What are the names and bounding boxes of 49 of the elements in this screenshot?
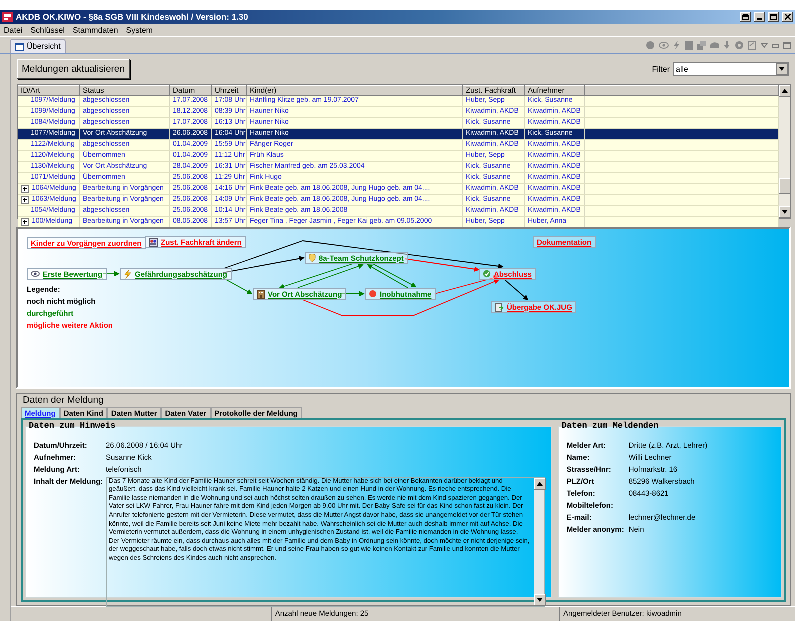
eye-icon[interactable] — [659, 42, 669, 49]
tab[interactable]: Übersicht — [10, 39, 66, 53]
people-icon — [149, 238, 158, 246]
lightning-icon — [124, 270, 132, 278]
scroll-up-icon[interactable] — [782, 89, 788, 93]
download-icon[interactable] — [723, 41, 731, 50]
scrollbar[interactable] — [779, 85, 790, 218]
scroll-down-icon[interactable] — [782, 210, 788, 214]
filter-select[interactable]: alle — [673, 62, 789, 76]
scroll-up-icon[interactable] — [536, 482, 543, 486]
maximize-button[interactable] — [768, 12, 779, 22]
menu-item[interactable]: Datei — [4, 26, 23, 34]
column-header[interactable] — [585, 85, 779, 96]
document-icon[interactable] — [748, 41, 757, 50]
message-text-area[interactable] — [106, 476, 545, 607]
expand-icon[interactable] — [21, 218, 29, 226]
app-icon — [2, 12, 13, 22]
dot-icon — [369, 290, 377, 298]
close-button[interactable] — [782, 12, 793, 22]
menu-item[interactable]: Stammdaten — [72, 26, 118, 34]
menu-item[interactable]: System — [126, 26, 153, 34]
group-title: Daten zum Hinweis — [29, 421, 116, 431]
print-button[interactable] — [740, 12, 751, 22]
expand-icon[interactable] — [21, 185, 29, 193]
expand-icon[interactable] — [21, 196, 29, 204]
check-icon — [483, 270, 491, 278]
group-title: Daten zum Meldenden — [562, 421, 659, 431]
document-icon — [495, 302, 504, 312]
window-title: AKDB OK.KIWO - §8a SGB VIII Kindeswohl / Version: 1.30 — [16, 12, 250, 22]
shield-icon — [309, 254, 316, 262]
scroll-thumb[interactable] — [779, 178, 791, 194]
scroll-down-icon[interactable] — [779, 67, 785, 71]
filter-label: Filter — [652, 64, 670, 74]
close-icon — [784, 14, 790, 20]
minimize-icon[interactable] — [772, 44, 779, 48]
window-icon — [15, 42, 24, 50]
dropdown-icon[interactable] — [761, 43, 768, 48]
maximize-icon[interactable] — [783, 42, 791, 49]
maximize-icon — [770, 14, 777, 20]
minimize-button[interactable] — [754, 12, 765, 22]
printer-icon — [742, 14, 749, 20]
eye-icon — [31, 271, 40, 277]
gear-icon[interactable] — [735, 41, 744, 50]
tab-label: Übersicht — [27, 42, 61, 51]
menu-item[interactable]: Schlüssel — [30, 26, 65, 34]
panel-title: Daten der Meldung — [22, 394, 105, 407]
lightning-icon[interactable] — [673, 41, 681, 50]
stack-icon[interactable] — [697, 41, 706, 50]
refresh-button[interactable]: Meldungen aktualisieren — [17, 59, 130, 79]
